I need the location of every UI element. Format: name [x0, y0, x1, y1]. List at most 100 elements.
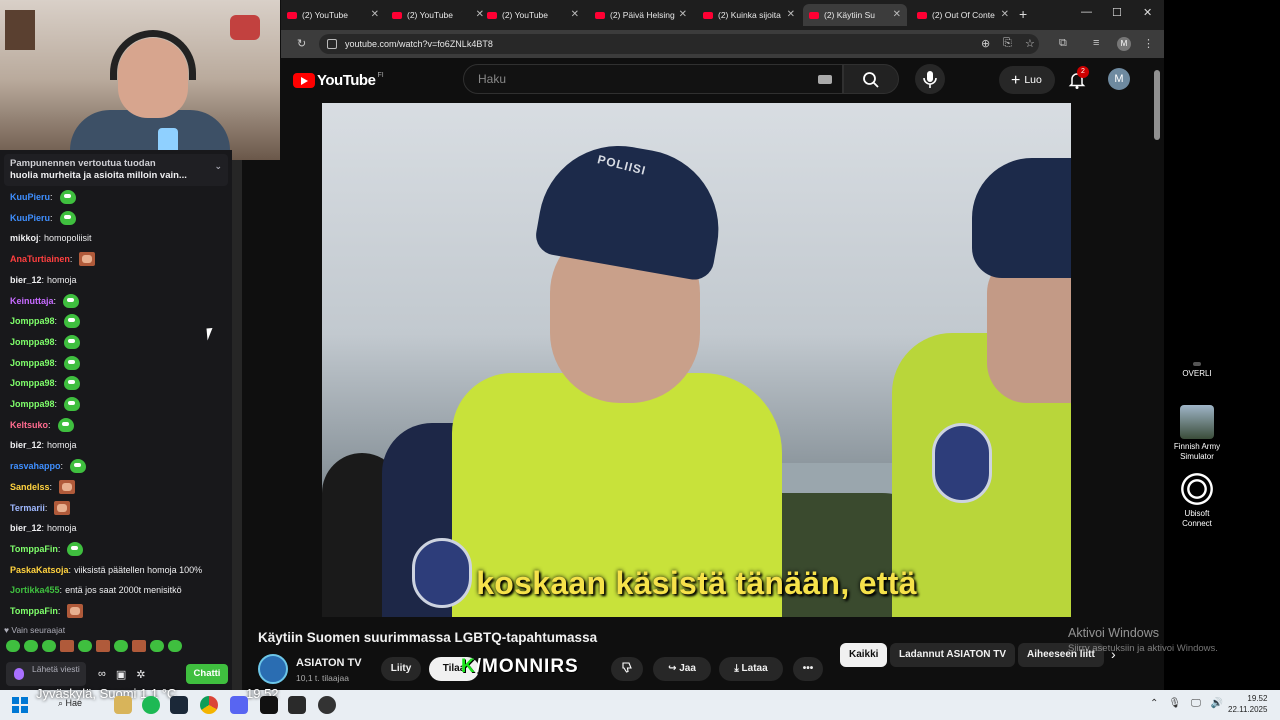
pepe-emote-icon[interactable] [70, 459, 87, 474]
tab-close-icon[interactable]: ✕ [679, 9, 687, 20]
x-app-icon[interactable] [260, 696, 278, 714]
chat-username[interactable]: rasvahappo [10, 461, 61, 471]
emote-icon[interactable] [6, 640, 20, 652]
install-app-icon[interactable]: ⎘ [1003, 37, 1012, 50]
chat-username[interactable]: KuuPieru [10, 213, 50, 223]
settings-gear-icon[interactable]: ✲ [136, 668, 145, 681]
browser-tab[interactable]: (2) YouTube ✕ [281, 4, 385, 26]
face-emote-icon[interactable] [79, 252, 96, 267]
file-explorer-icon[interactable] [114, 696, 132, 714]
face-emote-icon[interactable] [67, 604, 84, 618]
chat-username[interactable]: AnaTurtiainen [10, 254, 70, 264]
chat-username[interactable]: Jomppa98 [10, 399, 55, 409]
chat-username[interactable]: Keltsuko [10, 420, 48, 430]
close-icon[interactable]: ✕ [1143, 6, 1152, 19]
notifications-button[interactable]: 2 [1067, 66, 1089, 90]
chat-username[interactable]: TomppaFin [10, 606, 58, 616]
search-button[interactable] [843, 64, 899, 94]
browser-tab[interactable]: (2) YouTube ✕ [481, 4, 585, 26]
chat-username[interactable]: Jomppa98 [10, 316, 55, 326]
new-tab-button[interactable]: + [1019, 6, 1027, 22]
zoom-icon[interactable]: ⊕ [981, 37, 990, 50]
chevron-down-icon[interactable]: ⌄ [214, 160, 222, 172]
gift-icon[interactable]: ▣ [116, 668, 126, 681]
browser-profile-avatar[interactable]: M [1117, 37, 1131, 51]
more-actions-button[interactable]: ••• [793, 657, 823, 681]
pepe-emote-icon[interactable] [63, 293, 80, 308]
search-input[interactable]: Haku [463, 64, 843, 94]
channel-avatar[interactable] [258, 654, 288, 684]
browser-tab[interactable]: (2) Käytiin Su ✕ [803, 4, 907, 26]
bookmark-star-icon[interactable]: ☆ [1025, 37, 1035, 50]
minimize-icon[interactable]: — [1081, 6, 1092, 18]
emote-icon[interactable] [150, 640, 164, 652]
media-icon[interactable]: ≡ [1093, 37, 1099, 49]
download-button[interactable]: ⤓ Lataa [719, 657, 783, 681]
channel-name[interactable]: ASIATON TV [296, 657, 362, 669]
browser-menu-icon[interactable]: ⋮ [1143, 37, 1154, 50]
emote-icon[interactable] [24, 640, 38, 652]
site-info-icon[interactable] [327, 39, 337, 49]
points-icon[interactable]: ∞ [98, 668, 106, 681]
emote-icon[interactable] [96, 640, 110, 652]
obs-icon[interactable] [318, 696, 336, 714]
chat-username[interactable]: bier_12 [10, 440, 42, 450]
extensions-icon[interactable]: ⧉ [1059, 37, 1067, 50]
pepe-emote-icon[interactable] [59, 190, 76, 204]
pepe-emote-icon[interactable] [64, 397, 81, 411]
volume-icon[interactable]: 🔊 [1211, 698, 1223, 709]
chat-username[interactable]: PaskaKatsoja [10, 565, 69, 575]
chat-username[interactable]: Sandelss [10, 482, 50, 492]
pepe-emote-icon[interactable] [64, 376, 81, 391]
chat-send-button[interactable]: Chatti [186, 664, 228, 684]
chat-username[interactable]: Termarii [10, 503, 45, 513]
taskbar-search[interactable]: ⌕ Hae [58, 698, 82, 709]
create-button[interactable]: + Luo [999, 66, 1055, 94]
dislike-button[interactable] [611, 657, 643, 681]
chat-input[interactable]: Lähetä viesti [6, 662, 86, 686]
tab-close-icon[interactable]: ✕ [1001, 9, 1009, 20]
steam-icon[interactable] [170, 696, 188, 714]
emote-bar[interactable] [6, 640, 182, 652]
emote-icon[interactable] [132, 640, 146, 652]
discord-icon[interactable] [230, 696, 248, 714]
microphone-icon[interactable]: 🎙 [1168, 698, 1181, 709]
chat-username[interactable]: Jomppa98 [10, 378, 55, 388]
chat-username[interactable]: Keinuttaja [10, 296, 54, 306]
windows-start-icon[interactable] [12, 697, 28, 713]
emote-icon[interactable] [114, 640, 128, 652]
browser-tab[interactable]: (2) YouTube ✕ [386, 4, 490, 26]
tab-close-icon[interactable]: ✕ [371, 9, 379, 20]
chat-username[interactable]: bier_12 [10, 523, 42, 533]
chat-username[interactable]: bier_12 [10, 275, 42, 285]
chrome-icon[interactable] [200, 696, 218, 714]
chat-username[interactable]: KuuPieru [10, 192, 50, 202]
pepe-emote-icon[interactable] [64, 355, 81, 370]
video-player[interactable]: POLIISI koskaan käsistä tänään, että [322, 103, 1071, 617]
chat-username[interactable]: Jortikka455 [10, 585, 60, 595]
bits-icon[interactable] [14, 668, 24, 680]
chevron-up-icon[interactable]: ⌃ [1150, 698, 1158, 709]
pepe-emote-icon[interactable] [67, 541, 84, 556]
browser-tab[interactable]: (2) Päivä Helsing ✕ [589, 4, 693, 26]
browser-tab[interactable]: (2) Kuinka sijoita ✕ [697, 4, 801, 26]
face-emote-icon[interactable] [54, 500, 71, 515]
emote-icon[interactable] [60, 640, 74, 652]
url-field[interactable]: youtube.com/watch?v=fo6ZNLk4BT8 [319, 34, 1039, 54]
nl-app-icon[interactable] [288, 696, 306, 714]
desktop-icon-finnish-army-simulator[interactable]: Finnish Army Simulator [1170, 405, 1224, 462]
tab-close-icon[interactable]: ✕ [787, 9, 795, 20]
filter-chip[interactable]: Ladannut ASIATON TV [890, 643, 1016, 667]
chat-username[interactable]: Jomppa98 [10, 358, 55, 368]
chat-username[interactable]: Jomppa98 [10, 337, 55, 347]
browser-tab[interactable]: (2) Out Of Conte ✕ [911, 4, 1015, 26]
page-scrollbar[interactable] [1153, 62, 1161, 682]
pepe-emote-icon[interactable] [57, 417, 74, 432]
chat-username[interactable]: mikkoj [10, 233, 39, 243]
spotify-icon[interactable] [142, 696, 160, 714]
pepe-emote-icon[interactable] [59, 210, 76, 225]
tab-close-icon[interactable]: ✕ [893, 9, 901, 20]
emote-icon[interactable] [168, 640, 182, 652]
pinned-message[interactable]: Pampunennen vertoutua tuodan huolia murh… [4, 154, 228, 186]
reload-icon[interactable]: ↻ [297, 37, 306, 50]
